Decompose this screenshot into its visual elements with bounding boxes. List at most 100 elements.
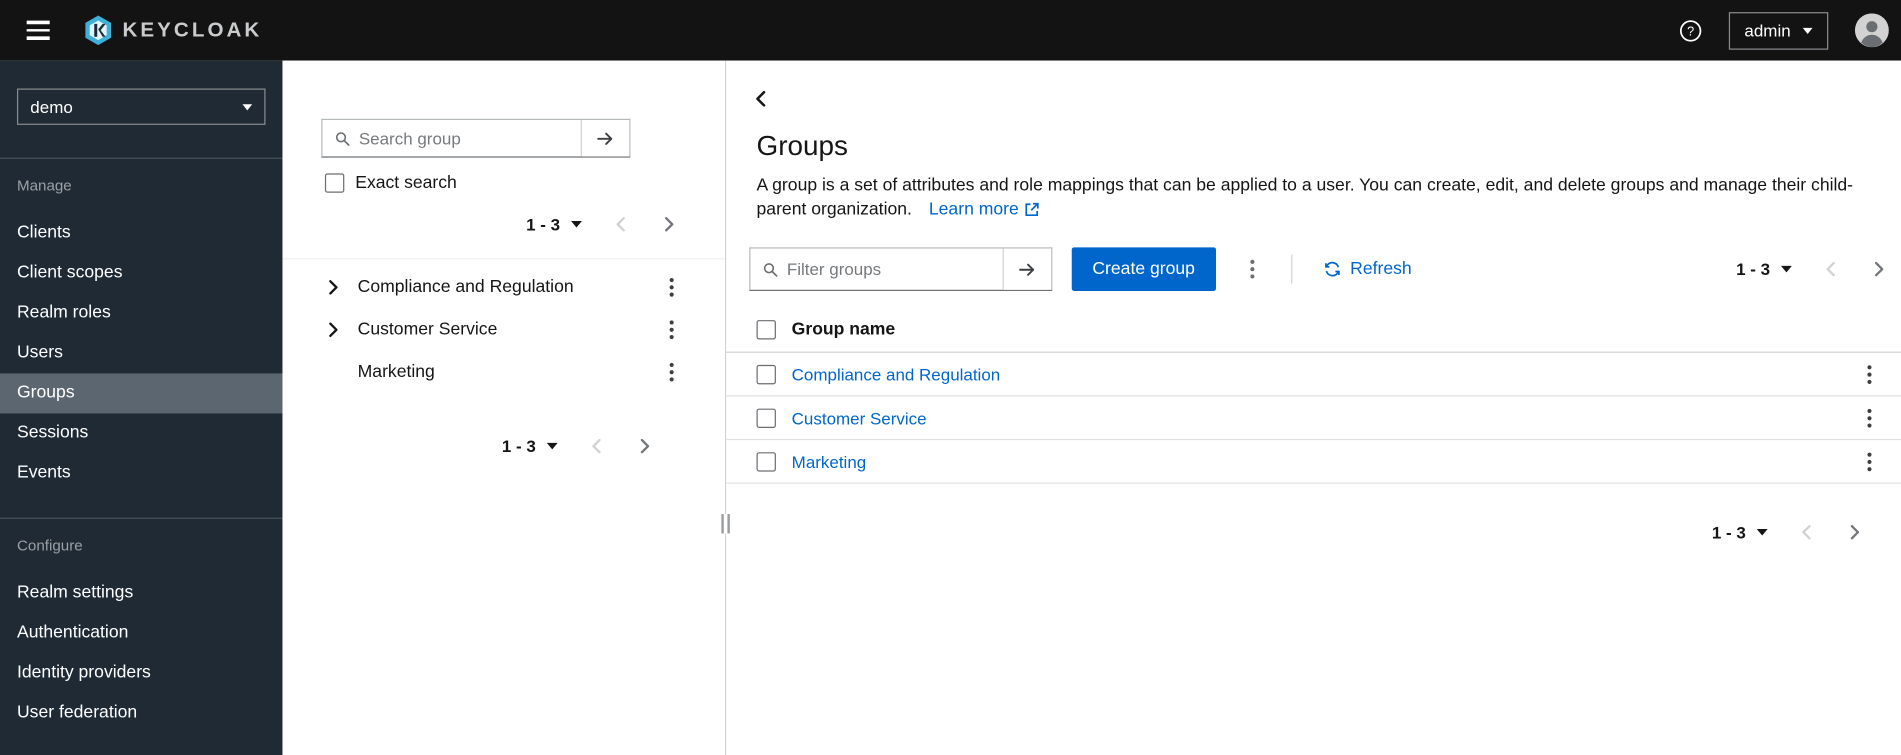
groups-tree-list: Compliance and Regulation Customer Servi… xyxy=(282,258,725,393)
sidebar-item-identity-providers[interactable]: Identity providers xyxy=(0,653,282,693)
realm-selector[interactable]: demo xyxy=(16,88,266,125)
tree-item-customer-service[interactable]: Customer Service xyxy=(282,308,725,350)
pagination-next-button[interactable] xyxy=(1872,259,1887,278)
tree-item-label: Compliance and Regulation xyxy=(357,277,574,297)
sidebar-item-authentication[interactable]: Authentication xyxy=(0,613,282,653)
pagination-range-toggle[interactable]: 1 - 3 xyxy=(1712,523,1768,542)
pagination-prev-button[interactable] xyxy=(613,215,628,234)
chevron-left-icon xyxy=(755,91,766,107)
pagination-range-toggle[interactable]: 1 - 3 xyxy=(1736,259,1792,279)
tree-pagination-bottom: 1 - 3 xyxy=(282,432,725,461)
search-icon xyxy=(750,261,786,277)
kebab-menu-icon[interactable] xyxy=(662,315,681,344)
pagination-prev-button[interactable] xyxy=(1799,523,1814,542)
kebab-menu-icon[interactable] xyxy=(662,272,681,301)
row-kebab-icon[interactable] xyxy=(1860,359,1879,388)
chevron-right-icon xyxy=(640,439,650,454)
pagination-range-toggle[interactable]: 1 - 3 xyxy=(502,436,558,456)
masthead-actions: admin xyxy=(1679,11,1889,50)
tree-pagination-top: 1 - 3 xyxy=(282,210,725,239)
sidebar-item-user-federation[interactable]: User federation xyxy=(0,693,282,733)
collapse-drawer-button[interactable] xyxy=(750,89,771,110)
keycloak-logo: KEYCLOAK xyxy=(82,15,262,47)
pagination-next-button[interactable] xyxy=(1848,523,1863,542)
masthead: KEYCLOAK admin xyxy=(0,0,1901,61)
exact-search-row: Exact search xyxy=(324,173,725,193)
tree-item-marketing[interactable]: Marketing xyxy=(282,350,725,392)
tree-item-compliance-and-regulation[interactable]: Compliance and Regulation xyxy=(282,266,725,308)
nav-toggle-button[interactable] xyxy=(16,8,60,52)
filter-groups-input[interactable] xyxy=(786,259,1003,279)
avatar[interactable] xyxy=(1855,13,1889,47)
page-title: Groups xyxy=(756,129,848,162)
user-avatar-icon xyxy=(1855,13,1889,47)
search-submit-button[interactable] xyxy=(580,120,630,157)
row-kebab-icon[interactable] xyxy=(1860,403,1879,432)
exact-search-checkbox[interactable] xyxy=(324,173,345,193)
table-pagination-bottom: 1 - 3 xyxy=(726,516,1901,548)
groups-tree-panel: Exact search 1 - 3 Compliance and Regula… xyxy=(282,60,730,755)
pagination-prev-button[interactable] xyxy=(1823,259,1838,278)
table-row: Marketing xyxy=(726,440,1901,484)
nav-section-manage: Manage xyxy=(16,177,72,194)
groups-toolbar: Create group Refresh 1 - 3 xyxy=(749,247,1886,291)
row-checkbox[interactable] xyxy=(756,407,776,428)
sidebar-item-clients[interactable]: Clients xyxy=(0,213,282,253)
expand-toggle-icon[interactable] xyxy=(329,322,358,337)
toolbar-kebab-icon[interactable] xyxy=(1242,255,1261,284)
caret-down-icon xyxy=(571,221,582,228)
table-row: Customer Service xyxy=(726,396,1901,441)
sidebar-item-realm-roles[interactable]: Realm roles xyxy=(0,293,282,333)
panel-resize-handle[interactable] xyxy=(721,514,730,534)
chevron-right-icon xyxy=(1850,525,1860,540)
row-checkbox[interactable] xyxy=(756,451,776,472)
arrow-right-icon xyxy=(1018,260,1036,278)
brand-wordmark: KEYCLOAK xyxy=(122,18,263,42)
pagination-range-toggle[interactable]: 1 - 3 xyxy=(526,215,582,234)
chevron-right-icon xyxy=(664,217,674,232)
nav-section-configure: Configure xyxy=(16,537,83,555)
filter-groups-box xyxy=(749,247,1053,291)
row-checkbox[interactable] xyxy=(756,364,776,384)
realm-selector-value: demo xyxy=(30,96,73,117)
sidebar-item-events[interactable]: Events xyxy=(0,453,282,493)
sidebar-item-groups[interactable]: Groups xyxy=(0,373,283,414)
search-group-input[interactable] xyxy=(358,128,581,148)
table-pagination-top: 1 - 3 xyxy=(1736,259,1887,279)
sidebar-item-sessions[interactable]: Sessions xyxy=(0,413,282,453)
help-icon[interactable] xyxy=(1679,19,1702,42)
toolbar-divider xyxy=(1290,254,1292,284)
external-link-icon xyxy=(1025,202,1040,217)
group-link[interactable]: Customer Service xyxy=(792,408,927,427)
pagination-next-button[interactable] xyxy=(638,436,653,455)
user-menu-button[interactable]: admin xyxy=(1728,11,1829,50)
refresh-button[interactable]: Refresh xyxy=(1323,259,1412,279)
column-header-group-name: Group name xyxy=(791,320,896,340)
configure-nav-list: Realm settings Authentication Identity p… xyxy=(0,573,282,733)
group-link[interactable]: Marketing xyxy=(792,452,867,471)
exact-search-label: Exact search xyxy=(355,173,457,193)
sidebar-item-users[interactable]: Users xyxy=(0,333,282,373)
caret-down-icon xyxy=(547,443,558,450)
row-kebab-icon[interactable] xyxy=(1860,447,1879,476)
group-link[interactable]: Compliance and Regulation xyxy=(792,364,1001,383)
keycloak-logo-icon xyxy=(82,15,114,47)
caret-down-icon xyxy=(1802,27,1813,34)
kebab-menu-icon[interactable] xyxy=(662,357,681,386)
app-window: KEYCLOAK admin demo Manage Clients Clien… xyxy=(0,0,1901,755)
learn-more-link[interactable]: Learn more xyxy=(929,198,1040,222)
expand-toggle-icon[interactable] xyxy=(329,279,358,294)
pagination-next-button[interactable] xyxy=(662,215,677,234)
create-group-button[interactable]: Create group xyxy=(1071,247,1216,291)
sidebar-item-realm-settings[interactable]: Realm settings xyxy=(0,573,282,613)
select-all-checkbox[interactable] xyxy=(756,320,776,340)
pagination-prev-button[interactable] xyxy=(589,436,604,455)
chevron-left-icon xyxy=(616,217,626,232)
sidebar-item-client-scopes[interactable]: Client scopes xyxy=(0,253,282,293)
main-content: Groups A group is a set of attributes an… xyxy=(726,60,1901,755)
filter-submit-button[interactable] xyxy=(1002,248,1052,290)
tree-item-label: Customer Service xyxy=(357,319,498,339)
caret-down-icon xyxy=(1781,266,1792,273)
arrow-right-icon xyxy=(596,129,614,147)
chevron-right-icon xyxy=(1874,262,1884,277)
